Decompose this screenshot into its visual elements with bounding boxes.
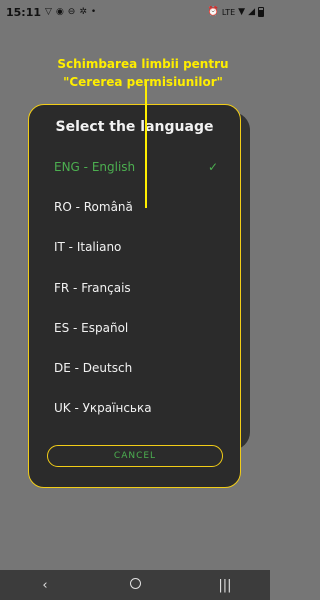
language-option-label: IT - Italiano bbox=[54, 240, 122, 254]
language-option-german[interactable]: DE - Deutsch bbox=[29, 348, 240, 388]
status-right: ⏰ LTE ▼ ◢ bbox=[208, 7, 264, 17]
status-left: 15:11 ▽ ◉ ⊖ ✲ • bbox=[6, 6, 96, 19]
language-option-label: RO - Română bbox=[54, 200, 133, 214]
annotation-text: Schimbarea limbii pentru "Cererea permis… bbox=[57, 57, 229, 89]
home-icon bbox=[129, 577, 141, 589]
signal-icon: ◢ bbox=[248, 7, 255, 17]
alarm-icon: ⏰ bbox=[207, 7, 219, 17]
messenger-icon: ◉ bbox=[55, 7, 64, 17]
language-option-label: FR - Français bbox=[54, 281, 131, 295]
language-option-italian[interactable]: IT - Italiano bbox=[29, 227, 240, 267]
status-time: 15:11 bbox=[6, 5, 42, 19]
notification-dot-icon: ⊖ bbox=[67, 7, 76, 17]
recents-icon[interactable]: ||| bbox=[205, 578, 245, 593]
cancel-button[interactable]: CANCEL bbox=[47, 445, 223, 467]
annotation-pointer-line bbox=[145, 80, 147, 208]
language-option-ukrainian[interactable]: UK - Українська bbox=[29, 388, 240, 428]
network-type-label: LTE bbox=[221, 7, 236, 17]
status-bar: 15:11 ▽ ◉ ⊖ ✲ • ⏰ LTE ▼ ◢ bbox=[0, 0, 270, 24]
language-option-english[interactable]: ENG - English ✓ bbox=[29, 147, 240, 187]
language-dialog: Select the language ENG - English ✓ RO -… bbox=[28, 104, 241, 488]
checkmark-icon: ✓ bbox=[207, 160, 218, 174]
battery-icon bbox=[258, 7, 264, 17]
notification-icon: ▽ bbox=[45, 7, 52, 17]
navigation-bar: ‹ ||| bbox=[0, 570, 270, 600]
more-dot-icon: • bbox=[90, 7, 97, 17]
language-option-label: DE - Deutsch bbox=[54, 361, 133, 375]
language-option-romanian[interactable]: RO - Română bbox=[29, 187, 240, 227]
language-option-label: ENG - English bbox=[54, 160, 136, 174]
language-option-label: ES - Español bbox=[54, 321, 129, 335]
back-icon[interactable]: ‹ bbox=[25, 578, 65, 593]
wifi-icon: ▼ bbox=[238, 7, 246, 17]
home-button[interactable] bbox=[115, 577, 155, 593]
app-icon: ✲ bbox=[79, 7, 87, 17]
language-option-label: UK - Українська bbox=[54, 401, 152, 415]
dialog-title: Select the language bbox=[55, 119, 214, 135]
language-option-spanish[interactable]: ES - Español bbox=[29, 308, 240, 348]
language-option-french[interactable]: FR - Français bbox=[29, 268, 240, 308]
